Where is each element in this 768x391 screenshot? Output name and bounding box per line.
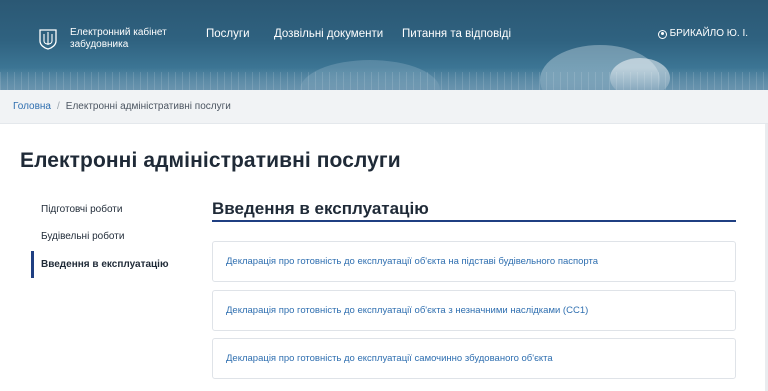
sidebar-active-indicator <box>31 251 34 278</box>
service-card[interactable]: Декларація про готовність до експлуатаці… <box>212 338 736 379</box>
nav-item-permits[interactable]: Дозвільні документи <box>274 27 383 41</box>
header-hatch <box>0 72 768 90</box>
section-title: Введення в експлуатацію <box>212 199 429 218</box>
brand-name[interactable]: Електронний кабінет забудовника <box>70 27 167 51</box>
breadcrumb-current: Електронні адміністративні послуги <box>65 101 231 112</box>
breadcrumb-separator: / <box>57 101 60 112</box>
breadcrumb-bar: Головна / Електронні адміністративні послу… <box>0 90 768 124</box>
sidebar-item-commissioning[interactable]: Введення в експлуатацію <box>41 259 169 271</box>
breadcrumb: Головна / Електронні адміністративні послу… <box>13 100 231 113</box>
section-divider <box>212 220 736 222</box>
user-name: БРИКАЙЛО Ю. І. <box>669 28 748 39</box>
brand-line: Електронний кабінет <box>70 27 167 38</box>
user-circle-icon <box>657 29 667 39</box>
page-title: Електронні адміністративні послуги <box>20 149 401 172</box>
site-header: Електронний кабінет забудовника Послуги … <box>0 0 768 90</box>
nav-item-faq[interactable]: Питання та відповіді <box>402 27 511 41</box>
service-link[interactable]: Декларація про готовність до експлуатаці… <box>226 353 553 365</box>
sidebar-item-construction[interactable]: Будівельні роботи <box>41 231 124 243</box>
user-menu[interactable]: БРИКАЙЛО Ю. І. <box>657 27 748 41</box>
sidebar-item-preparatory[interactable]: Підготовчі роботи <box>41 204 122 216</box>
service-card[interactable]: Декларація про готовність до експлуатаці… <box>212 241 736 282</box>
service-card[interactable]: Декларація про готовність до експлуатаці… <box>212 290 736 331</box>
service-link[interactable]: Декларація про готовність до експлуатаці… <box>226 305 588 317</box>
service-link[interactable]: Декларація про готовність до експлуатаці… <box>226 256 598 268</box>
breadcrumb-home-link[interactable]: Головна <box>13 101 51 112</box>
trident-emblem-icon[interactable] <box>38 28 58 50</box>
brand-line: забудовника <box>70 39 129 50</box>
nav-item-services[interactable]: Послуги <box>206 27 250 41</box>
